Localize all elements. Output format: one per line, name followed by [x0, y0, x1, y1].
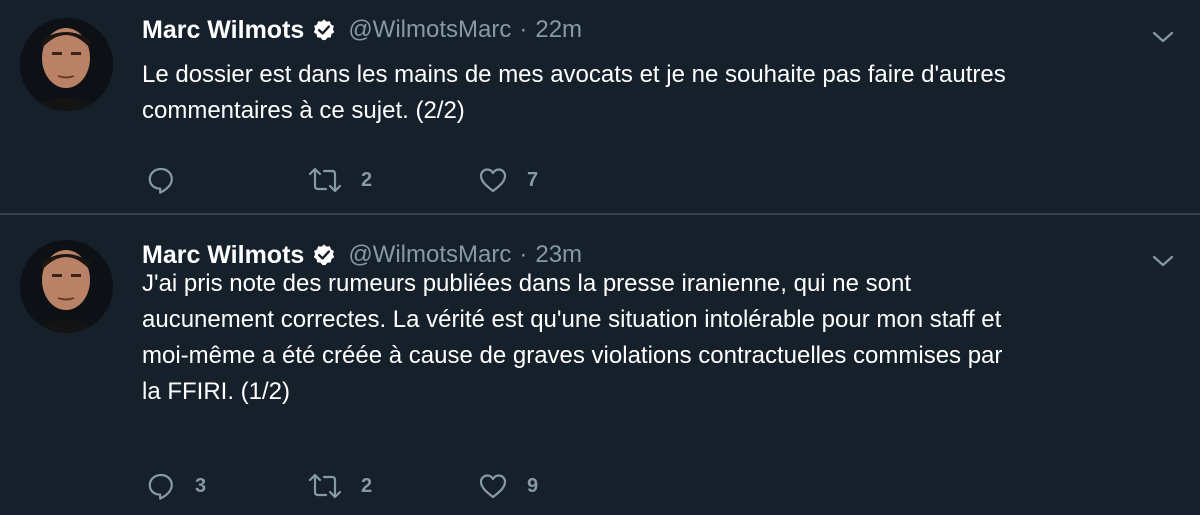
retweet-button[interactable]: 2: [307, 162, 372, 198]
reply-button[interactable]: 3: [145, 468, 206, 504]
reply-icon: [148, 167, 173, 194]
reply-count: 3: [195, 474, 207, 497]
verified-badge-icon: [312, 18, 336, 42]
tweet-text-line: moi-même a été créée à cause de graves v…: [142, 342, 1003, 369]
like-count: 9: [527, 474, 539, 497]
retweet-count: 2: [361, 474, 373, 497]
tweet-actions: 2 7: [145, 162, 645, 198]
retweet-icon: [308, 167, 342, 193]
tweet-text-line: Le dossier est dans les mains de mes avo…: [142, 61, 1006, 88]
tweet-text: J'ai pris note des rumeurs publiées dans…: [142, 266, 1192, 410]
tweet-text-line: J'ai pris note des rumeurs publiées dans…: [142, 270, 912, 297]
avatar[interactable]: [20, 240, 113, 333]
separator: ·: [519, 16, 528, 43]
retweet-count: 2: [361, 168, 373, 191]
author-name[interactable]: Marc Wilmots: [142, 16, 304, 45]
retweet-button[interactable]: 2: [307, 468, 372, 504]
reply-icon: [148, 473, 173, 500]
timestamp[interactable]: 22m: [535, 16, 582, 44]
author-handle[interactable]: @WilmotsMarc: [348, 241, 511, 269]
tweet-text-line: aucunement correctes. La vérité est qu'u…: [142, 306, 1002, 333]
heart-icon: [479, 474, 507, 499]
author-handle[interactable]: @WilmotsMarc: [348, 16, 511, 44]
divider: [0, 213, 1200, 215]
reply-button[interactable]: [145, 162, 195, 198]
tweet-timeline: Marc Wilmots @WilmotsMarc · 22m Le dossi…: [0, 0, 1200, 515]
separator: ·: [519, 241, 528, 268]
timestamp[interactable]: 23m: [535, 241, 582, 269]
like-count: 7: [527, 168, 539, 191]
tweet[interactable]: Marc Wilmots @WilmotsMarc · 23m J'ai pri…: [0, 216, 1200, 515]
avatar[interactable]: [20, 18, 113, 111]
tweet-actions: 3 2 9: [145, 468, 645, 504]
tweet-header: Marc Wilmots @WilmotsMarc · 22m: [142, 13, 582, 47]
tweet-text-line: commentaires à ce sujet. (2/2): [142, 97, 465, 124]
like-button[interactable]: 9: [477, 468, 538, 504]
tweet-text-line: la FFIRI. (1/2): [142, 378, 291, 405]
chevron-down-icon[interactable]: [1148, 22, 1178, 52]
like-button[interactable]: 7: [477, 162, 538, 198]
retweet-icon: [308, 473, 342, 499]
tweet-text: Le dossier est dans les mains de mes avo…: [142, 57, 1192, 129]
verified-badge-icon: [312, 243, 336, 267]
heart-icon: [479, 168, 507, 193]
tweet[interactable]: Marc Wilmots @WilmotsMarc · 22m Le dossi…: [0, 0, 1200, 214]
